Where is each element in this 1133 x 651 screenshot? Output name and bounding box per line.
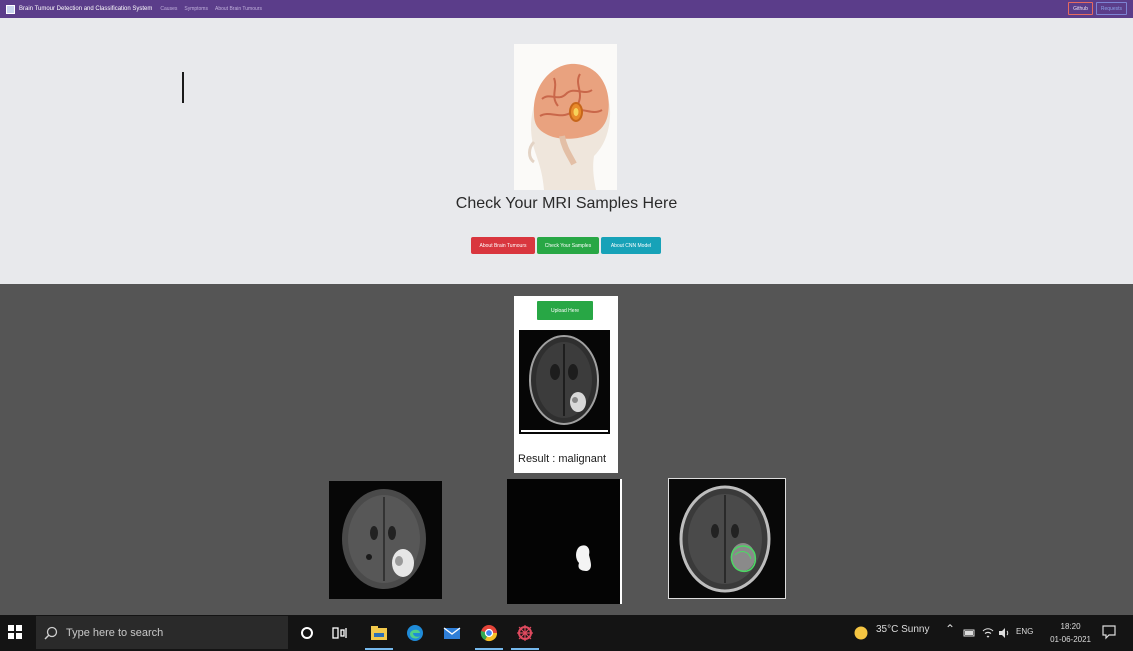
result-text: Result : malignant (518, 453, 607, 465)
file-explorer-icon[interactable] (368, 622, 390, 644)
file-explorer-active-indicator (365, 648, 393, 650)
nav-link-symptoms[interactable]: Symptoms (184, 6, 208, 12)
brand-title[interactable]: Brain Tumour Detection and Classificatio… (19, 6, 152, 12)
uploaded-mri-image (519, 330, 610, 434)
mri-scan-original (329, 481, 442, 599)
chrome-active-indicator (475, 648, 503, 650)
clock-date: 01-06-2021 (1050, 635, 1091, 644)
windows-start-icon[interactable] (8, 625, 22, 639)
hero-section: Check Your MRI Samples Here About Brain … (0, 18, 1133, 284)
upload-card: Upload Here Result : malignant (514, 296, 618, 473)
top-navbar: Brain Tumour Detection and Classificatio… (0, 0, 1133, 18)
nav-link-causes[interactable]: Causes (160, 6, 177, 12)
app-icon[interactable] (514, 622, 536, 644)
hero-title: Check Your MRI Samples Here (455, 195, 678, 212)
weather-sun-icon[interactable] (850, 622, 872, 644)
volume-icon[interactable] (993, 622, 1015, 644)
check-your-samples-button[interactable]: Check Your Samples (537, 237, 599, 254)
chrome-icon[interactable] (478, 622, 500, 644)
weather-text[interactable]: 35°C Sunny (876, 624, 929, 635)
language-indicator[interactable]: ENG (1016, 627, 1033, 636)
taskbar-clock[interactable]: 18:20 01-06-2021 (1050, 620, 1091, 646)
nav-link-about-brain-tumours[interactable]: About Brain Tumours (215, 6, 262, 12)
results-section: Upload Here Result : malignant (0, 284, 1133, 615)
brain-illustration (514, 44, 617, 190)
tumour-contour-image (668, 478, 786, 599)
about-brain-tumours-button[interactable]: About Brain Tumours (471, 237, 535, 254)
edge-icon[interactable] (404, 622, 426, 644)
requests-button[interactable]: Requests (1095, 2, 1127, 15)
clock-time: 18:20 (1060, 622, 1081, 631)
windows-taskbar: Type here to search 35°C Sunny ⌃ ENG 18:… (0, 615, 1133, 651)
github-button[interactable]: Github (1068, 2, 1093, 15)
text-cursor (182, 72, 184, 103)
tumour-mask-image (507, 479, 622, 604)
notification-icon[interactable] (1101, 624, 1117, 640)
about-cnn-model-button[interactable]: About CNN Model (601, 237, 661, 254)
task-view-icon[interactable] (329, 622, 351, 644)
upload-button[interactable]: Upload Here (537, 301, 593, 320)
navbar-right-buttons: Github Requests (1068, 2, 1127, 15)
app-active-indicator (511, 648, 539, 650)
search-icon (44, 626, 58, 640)
chevron-up-icon[interactable]: ⌃ (945, 622, 955, 636)
brand-logo-icon[interactable] (6, 4, 15, 14)
cortana-icon[interactable] (296, 622, 318, 644)
hero-button-group: About Brain Tumours Check Your Samples A… (471, 237, 661, 254)
mail-icon[interactable] (441, 622, 463, 644)
search-placeholder: Type here to search (66, 626, 164, 639)
taskbar-search-box[interactable]: Type here to search (36, 616, 288, 649)
page: Brain Tumour Detection and Classificatio… (0, 0, 1133, 651)
